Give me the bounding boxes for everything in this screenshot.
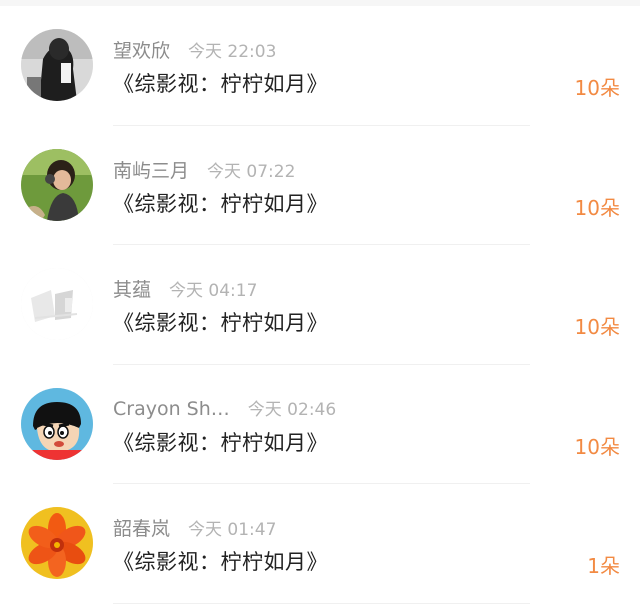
flower-count: 10朵 bbox=[574, 315, 620, 339]
avatar[interactable] bbox=[21, 268, 93, 340]
username[interactable]: Crayon Sh… bbox=[113, 398, 230, 420]
item-meta: Crayon Sh… 今天 02:46 bbox=[113, 395, 337, 420]
list-item[interactable]: 南屿三月 今天 07:22 《综影视：柠柠如月》 10朵 bbox=[0, 126, 640, 245]
book-title[interactable]: 《综影视：柠柠如月》 bbox=[113, 546, 328, 576]
avatar[interactable] bbox=[21, 387, 93, 460]
orange-flower-avatar-icon bbox=[21, 507, 93, 579]
avatar[interactable] bbox=[21, 29, 93, 101]
faded-sketch-avatar-icon bbox=[21, 268, 93, 340]
flower-count: 1朵 bbox=[587, 554, 620, 578]
row-divider bbox=[113, 602, 530, 604]
book-title[interactable]: 《综影视：柠柠如月》 bbox=[113, 307, 328, 337]
item-meta: 南屿三月 今天 07:22 bbox=[113, 156, 296, 183]
timestamp: 今天 22:03 bbox=[188, 42, 277, 62]
username[interactable]: 南屿三月 bbox=[113, 156, 189, 183]
timestamp: 今天 02:46 bbox=[247, 399, 337, 420]
cartoon-boy-avatar-icon bbox=[21, 387, 93, 460]
username[interactable]: 其蕴 bbox=[113, 275, 151, 302]
list-item[interactable]: Crayon Sh… 今天 02:46 《综影视：柠柠如月》 10朵 bbox=[0, 365, 640, 484]
username[interactable]: 韶春岚 bbox=[113, 514, 170, 541]
book-title[interactable]: 《综影视：柠柠如月》 bbox=[113, 427, 328, 457]
flower-count: 10朵 bbox=[574, 76, 620, 100]
girl-with-headphones-avatar-icon bbox=[21, 148, 93, 221]
avatar[interactable] bbox=[21, 507, 93, 579]
book-title[interactable]: 《综影视：柠柠如月》 bbox=[113, 188, 328, 218]
item-meta: 其蕴 今天 04:17 bbox=[113, 275, 258, 302]
timestamp: 今天 01:47 bbox=[188, 520, 277, 540]
list-item[interactable]: 韶春岚 今天 01:47 《综影视：柠柠如月》 1朵 bbox=[0, 484, 640, 604]
list-item[interactable]: 其蕴 今天 04:17 《综影视：柠柠如月》 10朵 bbox=[0, 245, 640, 365]
timestamp: 今天 07:22 bbox=[207, 161, 296, 182]
username[interactable]: 望欢欣 bbox=[113, 36, 170, 63]
item-meta: 韶春岚 今天 01:47 bbox=[113, 514, 277, 541]
avatar[interactable] bbox=[21, 148, 93, 221]
flower-count: 10朵 bbox=[574, 195, 620, 220]
flower-count: 10朵 bbox=[574, 434, 620, 459]
book-title[interactable]: 《综影视：柠柠如月》 bbox=[113, 68, 328, 98]
monochrome-person-avatar-icon bbox=[21, 29, 93, 101]
timestamp: 今天 04:17 bbox=[169, 281, 258, 301]
list-item[interactable]: 望欢欣 今天 22:03 《综影视：柠柠如月》 10朵 bbox=[0, 6, 640, 126]
item-meta: 望欢欣 今天 22:03 bbox=[113, 36, 277, 63]
gift-record-list: 望欢欣 今天 22:03 《综影视：柠柠如月》 10朵 南屿三月 今天 07:2… bbox=[0, 6, 640, 604]
